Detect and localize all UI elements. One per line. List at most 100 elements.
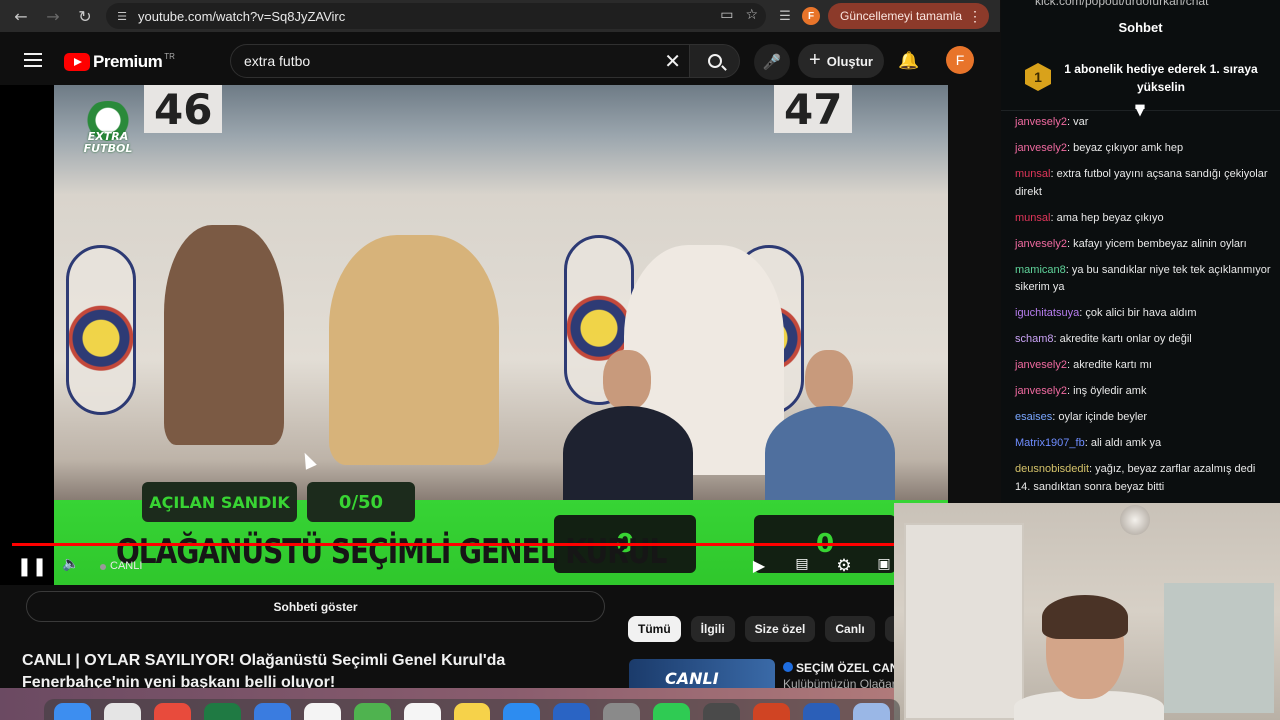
chat-message-text: : akredite kartı onlar oy değil	[1053, 333, 1192, 345]
video-title-line: Fenerbahçe'nin yeni başkanı belli oluyor…	[22, 674, 336, 688]
chat-message-text: : akredite kartı mı	[1066, 359, 1152, 371]
bookmark-star-icon[interactable]: ☆	[745, 7, 758, 23]
launchpad-icon[interactable]	[103, 703, 141, 720]
webcam-background-door	[904, 523, 1024, 720]
chat-username[interactable]: Matrix1907_fb	[1015, 437, 1085, 449]
notes-icon[interactable]	[453, 703, 491, 720]
cast-icon[interactable]: ▭	[720, 7, 733, 23]
media-controls-icon[interactable]: ☰	[776, 7, 794, 25]
volume-icon[interactable]: 🔈	[62, 556, 80, 572]
recommended-video-thumbnail[interactable]: CANLI	[629, 659, 775, 688]
bell-icon[interactable]: 🔔	[896, 48, 922, 74]
webcam-overlay	[894, 503, 1280, 720]
update-button[interactable]: Güncellemeyi tamamla ⋮	[828, 3, 990, 29]
search-value: extra futbo	[244, 53, 311, 69]
system-settings-icon[interactable]	[603, 703, 641, 720]
whatsapp-icon[interactable]	[653, 703, 691, 720]
chip-related[interactable]: İlgili	[690, 616, 735, 642]
create-button[interactable]: + Oluştur	[798, 44, 884, 78]
extra-futbol-logo: EXTRA FUTBOL	[76, 101, 140, 165]
live-dot-icon	[783, 662, 793, 672]
chat-message: janvesely2: var	[1015, 114, 1273, 132]
chat-username[interactable]: iguchitatsuya	[1015, 307, 1079, 319]
maps-icon[interactable]	[353, 703, 391, 720]
chat-message: munsal: extra futbol yayını açsana sandı…	[1015, 166, 1273, 201]
chat-message-text: : extra futbol yayını açsana sandığı çek…	[1015, 168, 1268, 198]
recommended-video-subtitle: Kulübümüzün Olağan	[783, 677, 895, 688]
settings-gear-icon[interactable]: ⚙	[834, 556, 854, 576]
chat-username[interactable]: janvesely2	[1015, 238, 1067, 250]
chat-username[interactable]: janvesely2	[1015, 359, 1067, 371]
webcam-background-shelf	[1164, 583, 1274, 713]
preview-icon[interactable]	[853, 703, 890, 720]
outlook-icon[interactable]	[553, 703, 591, 720]
recommended-video-title[interactable]: SEÇİM ÖZEL CANLI	[783, 660, 895, 676]
logo-text: Premium	[93, 52, 163, 71]
live-label: CANLI	[110, 560, 143, 572]
chat-message-text: : kafayı yicem bembeyaz alinin oyları	[1066, 237, 1247, 250]
back-icon[interactable]: ←	[8, 3, 34, 29]
search-input[interactable]: extra futbo ✕	[230, 44, 690, 78]
powerpoint-icon[interactable]	[753, 703, 791, 720]
clear-search-icon[interactable]: ✕	[664, 49, 681, 73]
chat-username[interactable]: munsal	[1015, 212, 1050, 224]
calendar-icon[interactable]	[303, 703, 341, 720]
chat-username[interactable]: esaises	[1015, 411, 1052, 423]
create-label: Oluştur	[826, 53, 873, 69]
word-icon[interactable]	[803, 703, 840, 720]
rank-badge-icon: 1	[1025, 63, 1051, 91]
candidate-portrait	[765, 350, 895, 500]
chat-message: iguchitatsuya: çok alici bir hava aldım	[1015, 305, 1273, 323]
chip-all[interactable]: Tümü	[628, 616, 681, 642]
chat-username[interactable]: mamican8	[1015, 264, 1066, 276]
finder-icon[interactable]	[54, 703, 91, 720]
app-store-icon[interactable]	[503, 703, 541, 720]
address-bar[interactable]: ☰ youtube.com/watch?v=Sq8JyZAVirc ▭ ☆	[106, 3, 766, 29]
chat-username[interactable]: janvesely2	[1015, 116, 1067, 128]
person	[329, 235, 499, 465]
chat-username[interactable]: munsal	[1015, 168, 1050, 180]
chip-for-you[interactable]: Size özel	[744, 616, 816, 642]
youtube-logo[interactable]: Premium TR	[64, 52, 175, 72]
avatar[interactable]: F	[946, 46, 974, 74]
club-crest	[66, 245, 136, 415]
progress-bar[interactable]	[12, 543, 902, 546]
chrome-icon[interactable]	[153, 703, 191, 720]
video-player[interactable]: 46 47 EXTRA FUTBOL AÇILAN SANDIK 0/50 0 …	[0, 85, 948, 585]
person	[164, 225, 284, 445]
site-info-icon[interactable]: ☰	[114, 8, 130, 24]
broadcast-title: OLAĞANÜSTÜ SEÇİMLİ GENEL KURUL	[116, 531, 667, 572]
rec-title-text: SEÇİM ÖZEL CANLI	[796, 661, 895, 675]
youtube-masthead: Premium TR extra futbo ✕ 🎤 + Oluştur 🔔 F	[0, 36, 1000, 86]
chat-message: scham8: akredite kartı onlar oy değil	[1015, 331, 1273, 349]
chat-username[interactable]: janvesely2	[1015, 142, 1067, 154]
chip-live[interactable]: Canlı	[825, 616, 875, 642]
browser-window: ← → ↻ ☰ youtube.com/watch?v=Sq8JyZAVirc …	[0, 0, 1000, 688]
reload-icon[interactable]: ↻	[72, 3, 98, 29]
pause-icon[interactable]: ❚❚	[17, 556, 47, 577]
booth-number: 47	[774, 85, 853, 134]
chat-message: munsal: ama hep beyaz çıkıyo	[1015, 210, 1273, 228]
candidate-portrait	[563, 350, 693, 500]
menu-icon[interactable]	[24, 53, 42, 67]
miniplayer-icon[interactable]: ▣	[874, 556, 894, 572]
mail-icon[interactable]	[253, 703, 291, 720]
mic-icon[interactable]: 🎤	[754, 44, 790, 80]
excel-icon[interactable]	[203, 703, 241, 720]
chat-username[interactable]: janvesely2	[1015, 385, 1067, 397]
subtitles-icon[interactable]: ▤	[792, 556, 812, 572]
forward-icon[interactable]: →	[40, 3, 66, 29]
chat-username[interactable]: deusnobisdedit	[1015, 463, 1089, 475]
show-chat-button[interactable]: Sohbeti göster	[26, 591, 605, 622]
chat-username[interactable]: scham8	[1015, 333, 1054, 345]
search-button[interactable]	[690, 44, 740, 78]
more-menu-icon[interactable]: ⋮	[968, 8, 982, 25]
terminal-icon[interactable]	[703, 703, 741, 720]
chat-message: deusnobisdedit: yağız, beyaz zarflar aza…	[1015, 461, 1273, 496]
autoplay-toggle-icon[interactable]: ▶	[744, 556, 774, 575]
reminders-icon[interactable]	[403, 703, 441, 720]
video-title-line: CANLI | OYLAR SAYILIYOR! Olağanüstü Seçi…	[22, 652, 506, 669]
chat-message-text: : ali aldı amk ya	[1084, 437, 1162, 449]
chat-message-text: : beyaz çıkıyor amk hep	[1066, 142, 1184, 154]
profile-icon[interactable]: F	[802, 7, 820, 25]
